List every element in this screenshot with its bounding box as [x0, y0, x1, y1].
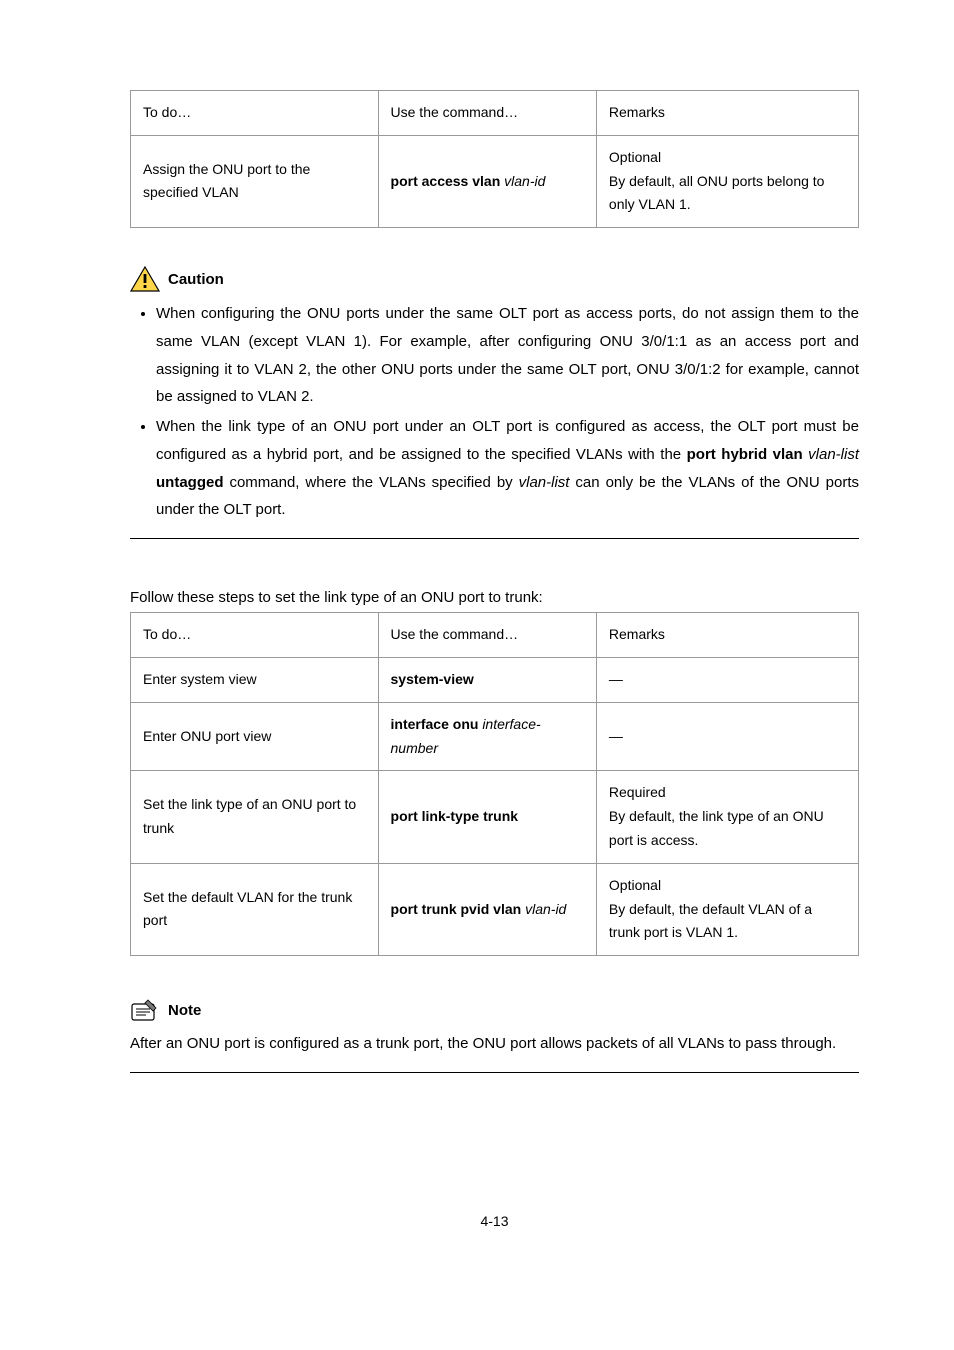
separator — [130, 538, 859, 539]
cell-remarks: Required By default, the link type of an… — [596, 771, 858, 863]
remark-line: By default, all ONU ports belong to only… — [609, 170, 846, 218]
cell-remarks: Optional By default, the default VLAN of… — [596, 863, 858, 955]
cmd-bold: port access vlan — [391, 173, 501, 189]
table-row: Enter system view system-view — — [131, 657, 859, 702]
cell-command: port access vlan vlan-id — [378, 135, 596, 227]
cell-remarks: Optional By default, all ONU ports belon… — [596, 135, 858, 227]
th-command: Use the command… — [378, 91, 596, 136]
table-row: Set the default VLAN for the trunk port … — [131, 863, 859, 955]
th-remarks: Remarks — [596, 613, 858, 658]
th-command: Use the command… — [378, 613, 596, 658]
caution-title: Caution — [168, 271, 224, 288]
separator — [130, 1072, 859, 1073]
cell-remarks: — — [596, 657, 858, 702]
remark-line: By default, the link type of an ONU port… — [609, 805, 846, 853]
th-todo: To do… — [131, 91, 379, 136]
cmd-bold: interface onu — [391, 716, 479, 732]
remark-line: Optional — [609, 874, 846, 898]
cmd-bold: port hybrid vlan — [687, 446, 803, 463]
cell-command: interface onu interface-number — [378, 702, 596, 771]
caution-icon — [130, 266, 160, 292]
th-todo: To do… — [131, 613, 379, 658]
cmd-bold: system-view — [391, 671, 474, 687]
text: command, where the VLANs specified by — [224, 474, 519, 491]
table-row: Set the link type of an ONU port to trun… — [131, 771, 859, 863]
cmd-arg: vlan-id — [525, 901, 566, 917]
table-trunk: To do… Use the command… Remarks Enter sy… — [130, 612, 859, 956]
cmd-bold: untagged — [156, 474, 224, 491]
cmd-bold: port trunk pvid vlan — [391, 901, 522, 917]
cell-todo: Enter system view — [131, 657, 379, 702]
caution-bullet: When the link type of an ONU port under … — [156, 413, 859, 524]
remark-line: Required — [609, 781, 846, 805]
cmd-arg: vlan-list — [808, 446, 859, 463]
remark-line: By default, the default VLAN of a trunk … — [609, 898, 846, 946]
caution-block: Caution When configuring the ONU ports u… — [130, 266, 859, 539]
note-icon — [130, 998, 160, 1022]
cmd-bold: port link-type trunk — [391, 808, 519, 824]
cell-command: system-view — [378, 657, 596, 702]
lead-text: Follow these steps to set the link type … — [130, 589, 859, 606]
cell-todo: Enter ONU port view — [131, 702, 379, 771]
th-remarks: Remarks — [596, 91, 858, 136]
cmd-arg: vlan-list — [519, 474, 570, 491]
cell-todo: Set the link type of an ONU port to trun… — [131, 771, 379, 863]
cell-remarks: — — [596, 702, 858, 771]
caution-bullet: When configuring the ONU ports under the… — [156, 300, 859, 411]
cell-command: port trunk pvid vlan vlan-id — [378, 863, 596, 955]
remark-line: Optional — [609, 146, 846, 170]
table-row: Enter ONU port view interface onu interf… — [131, 702, 859, 771]
cell-command: port link-type trunk — [378, 771, 596, 863]
table-access-vlan: To do… Use the command… Remarks Assign t… — [130, 90, 859, 228]
cell-todo: Set the default VLAN for the trunk port — [131, 863, 379, 955]
note-title: Note — [168, 1002, 201, 1019]
cmd-arg: vlan-id — [504, 173, 545, 189]
note-block: Note After an ONU port is configured as … — [130, 998, 859, 1073]
cell-todo: Assign the ONU port to the specified VLA… — [131, 135, 379, 227]
table-row: Assign the ONU port to the specified VLA… — [131, 135, 859, 227]
note-body: After an ONU port is configured as a tru… — [130, 1030, 859, 1058]
page-number: 4-13 — [130, 1213, 859, 1229]
